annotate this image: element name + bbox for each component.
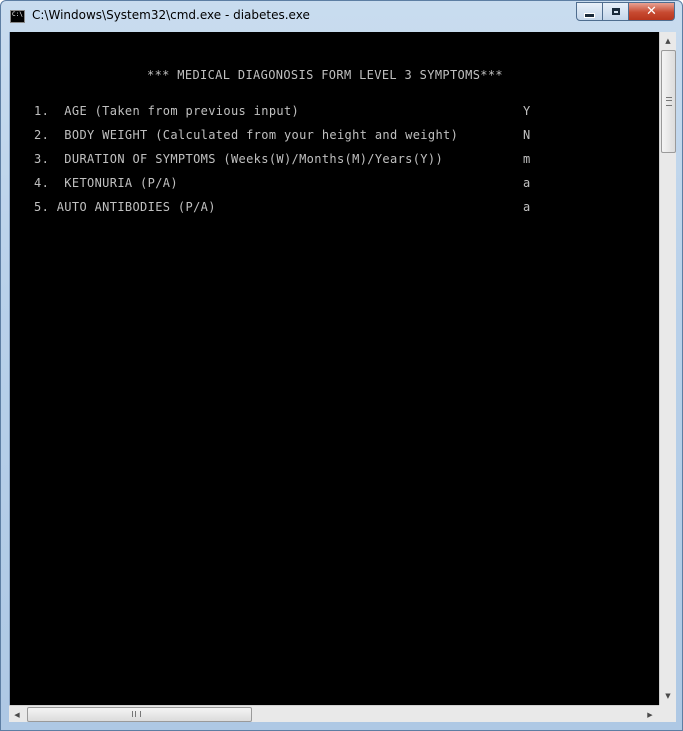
arrow-up-icon: ▲ bbox=[665, 36, 671, 45]
row-value-ketonuria: a bbox=[523, 176, 531, 190]
maximize-button[interactable] bbox=[602, 2, 629, 21]
close-button[interactable]: ✕ bbox=[628, 2, 675, 21]
scroll-up-button[interactable]: ▲ bbox=[660, 32, 676, 49]
title-bar[interactable]: C:\ C:\Windows\System32\cmd.exe - diabet… bbox=[1, 1, 682, 32]
cmd-icon-text: C:\ bbox=[12, 11, 23, 18]
grip-icon bbox=[666, 97, 672, 106]
horizontal-scrollbar[interactable]: ◀ ▶ bbox=[9, 705, 659, 722]
row-label-auto-antibodies: 5. AUTO ANTIBODIES (P/A) bbox=[34, 200, 216, 214]
vertical-scroll-thumb[interactable] bbox=[661, 50, 676, 153]
row-value-body-weight: N bbox=[523, 128, 531, 142]
vertical-scrollbar[interactable]: ▲ ▼ bbox=[659, 32, 676, 705]
arrow-down-icon: ▼ bbox=[665, 691, 671, 700]
row-label-duration: 3. DURATION OF SYMPTOMS (Weeks(W)/Months… bbox=[34, 152, 444, 166]
scroll-right-button[interactable]: ▶ bbox=[642, 706, 658, 723]
row-label-age: 1. AGE (Taken from previous input) bbox=[34, 104, 300, 118]
window-title: C:\Windows\System32\cmd.exe - diabetes.e… bbox=[32, 8, 310, 22]
cmd-icon[interactable]: C:\ bbox=[10, 10, 25, 23]
scrollbar-corner bbox=[659, 705, 676, 722]
minimize-icon bbox=[584, 13, 595, 18]
row-label-body-weight: 2. BODY WEIGHT (Calculated from your hei… bbox=[34, 128, 459, 142]
scroll-down-button[interactable]: ▼ bbox=[660, 687, 676, 704]
arrow-right-icon: ▶ bbox=[647, 710, 653, 719]
horizontal-scroll-thumb[interactable] bbox=[27, 707, 252, 722]
minimize-button[interactable] bbox=[576, 2, 603, 21]
row-value-auto-antibodies: a bbox=[523, 200, 531, 214]
row-value-age: Y bbox=[523, 104, 531, 118]
grip-icon bbox=[132, 711, 141, 717]
close-icon: ✕ bbox=[646, 4, 657, 19]
row-value-duration: m bbox=[523, 152, 531, 166]
console-output[interactable]: *** MEDICAL DIAGONOSIS FORM LEVEL 3 SYMP… bbox=[9, 32, 660, 705]
arrow-left-icon: ◀ bbox=[14, 710, 20, 719]
form-header: *** MEDICAL DIAGONOSIS FORM LEVEL 3 SYMP… bbox=[147, 68, 504, 82]
maximize-icon bbox=[611, 8, 620, 15]
row-label-ketonuria: 4. KETONURIA (P/A) bbox=[34, 176, 178, 190]
scroll-left-button[interactable]: ◀ bbox=[9, 706, 25, 723]
console-window: C:\ C:\Windows\System32\cmd.exe - diabet… bbox=[0, 0, 683, 731]
